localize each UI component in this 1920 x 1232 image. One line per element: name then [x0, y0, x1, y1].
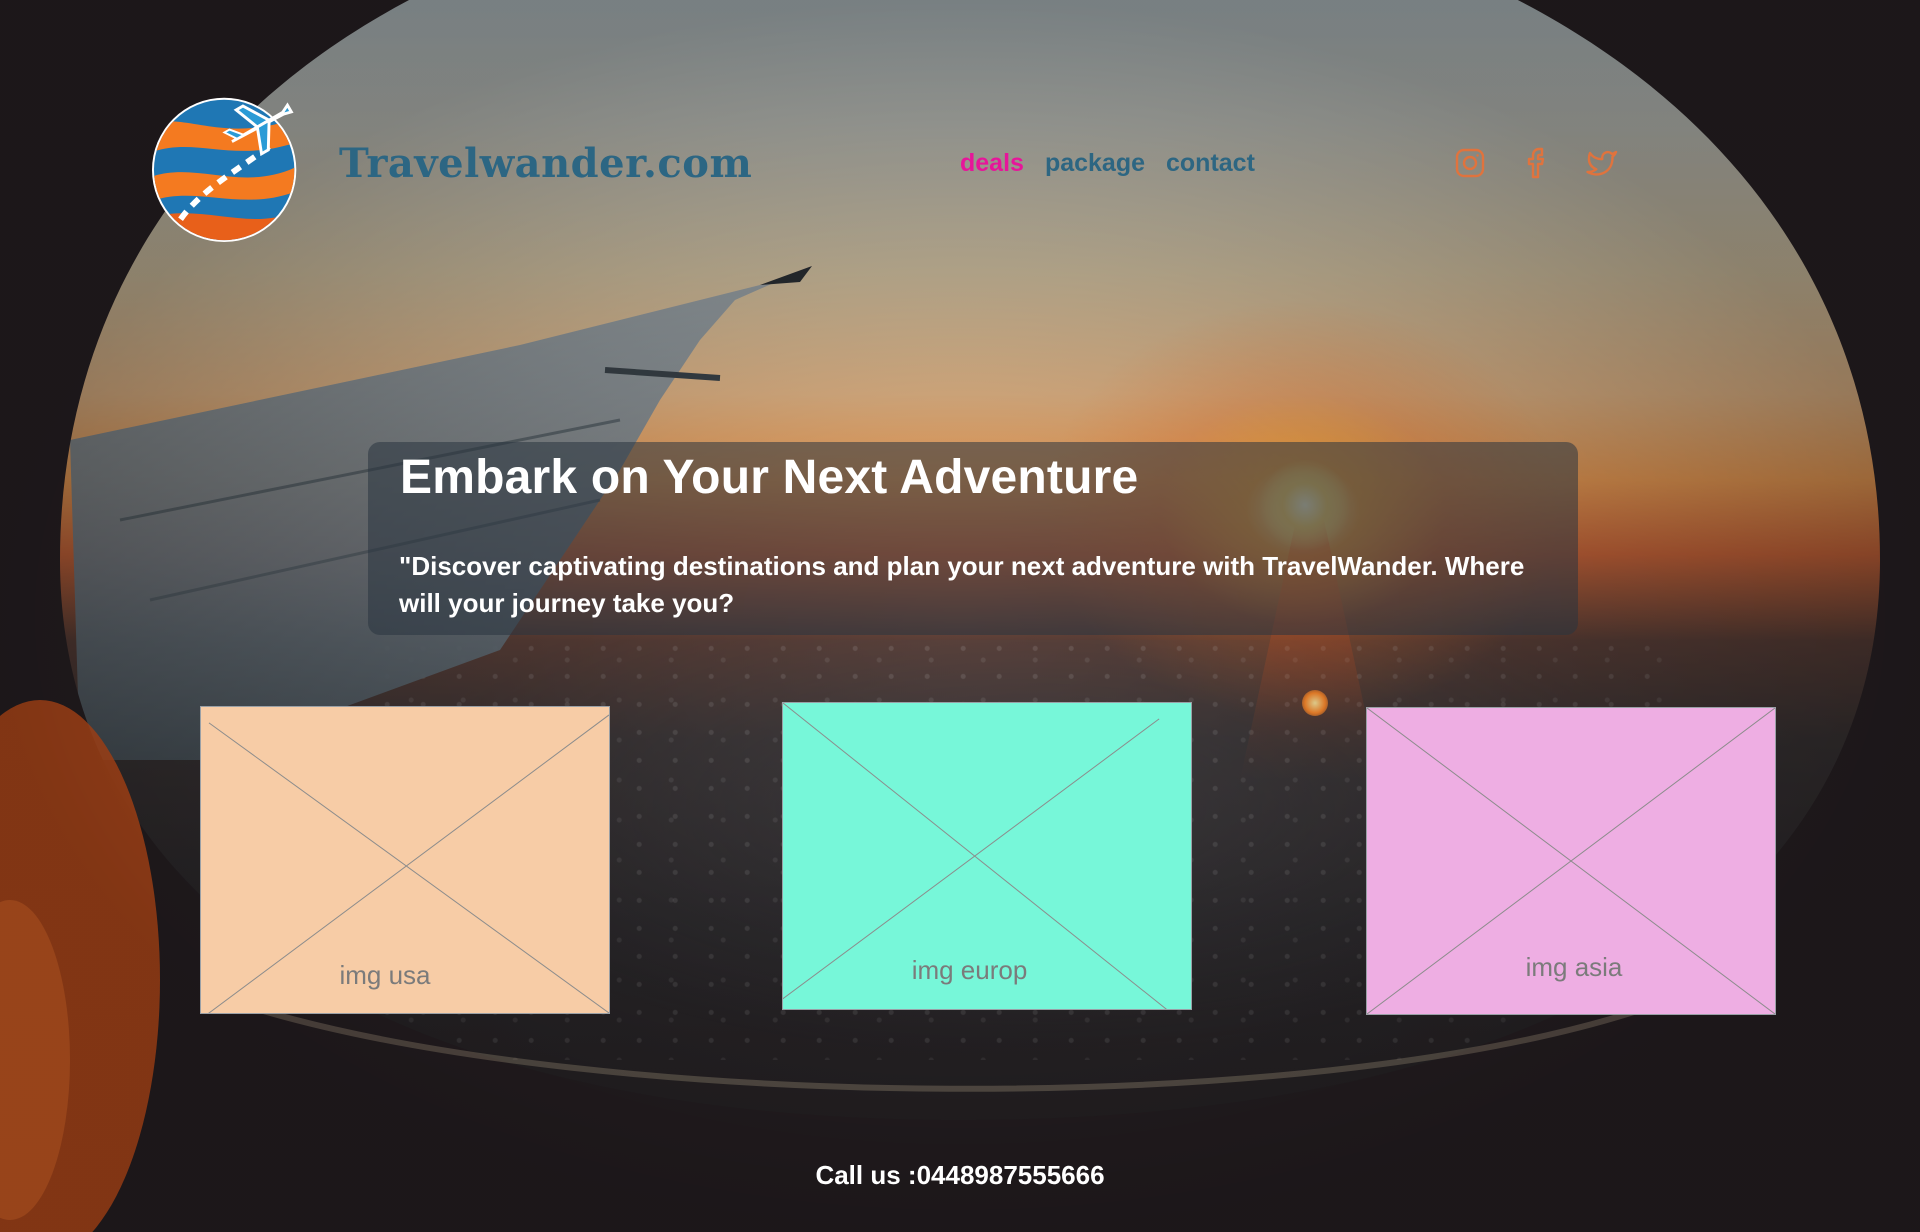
globe-plane-logo[interactable]: [152, 88, 308, 244]
card-usa[interactable]: img usa: [200, 706, 610, 1014]
instagram-icon[interactable]: [1452, 145, 1488, 181]
brand-name[interactable]: Travelwander.com: [339, 140, 752, 187]
call-us-text: Call us :0448987555666: [815, 1160, 1105, 1190]
nav-item-deals[interactable]: deals: [960, 149, 1024, 178]
card-usa-label: img usa: [339, 960, 431, 990]
hero-banner: Embark on Your Next Adventure "Discover …: [368, 442, 1578, 635]
card-asia[interactable]: img asia: [1366, 707, 1776, 1015]
facebook-icon[interactable]: [1520, 145, 1556, 181]
nav-item-contact[interactable]: contact: [1166, 149, 1255, 178]
nav-item-package[interactable]: package: [1045, 149, 1145, 178]
card-europ[interactable]: img europ: [782, 702, 1192, 1010]
hero-text: "Discover captivating destinations and p…: [399, 551, 1525, 618]
hero-title: Embark on Your Next Adventure: [400, 451, 1139, 504]
twitter-icon[interactable]: [1583, 145, 1619, 181]
card-europ-label: img europ: [911, 955, 1028, 985]
card-asia-label: img asia: [1525, 952, 1623, 982]
main-nav: deals package contact: [960, 149, 1255, 178]
